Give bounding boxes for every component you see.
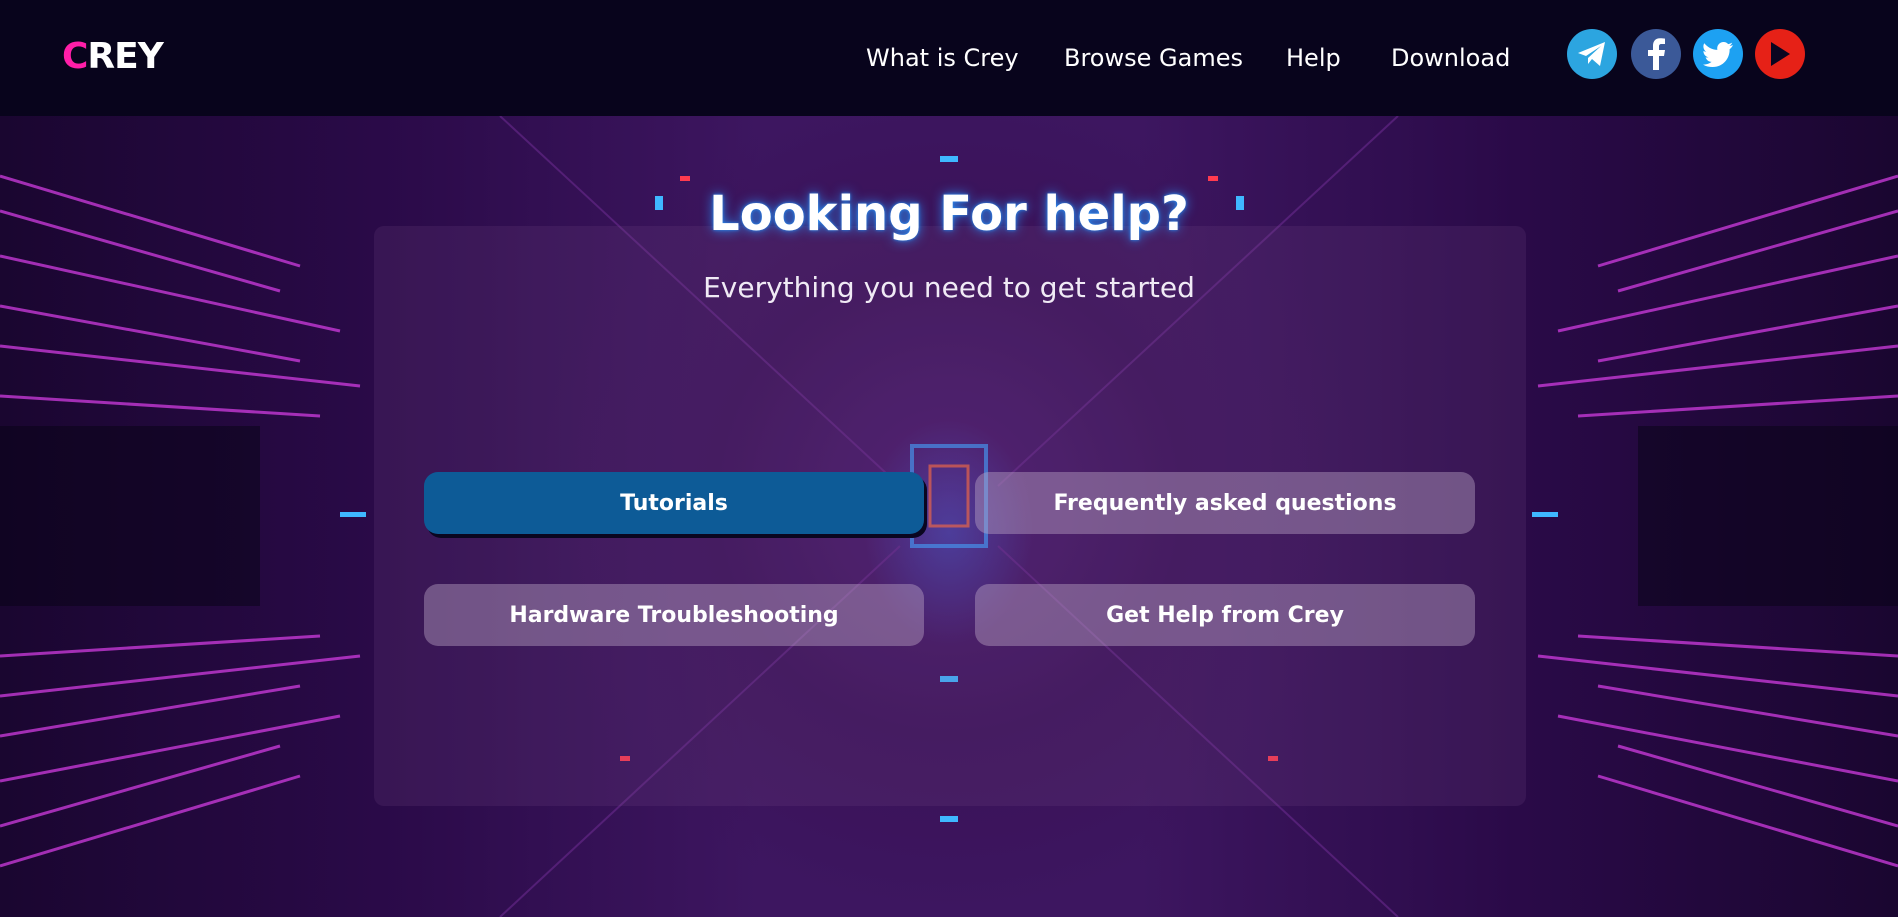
hardware-troubleshooting-button[interactable]: Hardware Troubleshooting xyxy=(424,584,924,646)
tutorials-button[interactable]: Tutorials xyxy=(424,472,924,534)
nav-download[interactable]: Download xyxy=(1391,38,1510,78)
page-subtitle: Everything you need to get started xyxy=(703,271,1195,304)
telegram-icon[interactable] xyxy=(1567,29,1617,79)
logo-letter-c: C xyxy=(62,36,88,77)
page-title: Looking For help? xyxy=(709,186,1189,242)
crey-logo[interactable]: CREY xyxy=(62,34,164,80)
nav-help[interactable]: Help xyxy=(1286,38,1341,78)
logo-letters-rey: REY xyxy=(87,36,163,77)
facebook-icon[interactable] xyxy=(1631,29,1681,79)
youtube-icon[interactable] xyxy=(1755,29,1805,79)
twitter-icon[interactable] xyxy=(1693,29,1743,79)
faq-button[interactable]: Frequently asked questions xyxy=(975,472,1475,534)
nav-browse-games[interactable]: Browse Games xyxy=(1064,38,1243,78)
get-help-button[interactable]: Get Help from Crey xyxy=(975,584,1475,646)
top-navbar: CREY What is Crey Browse Games Help Down… xyxy=(0,0,1898,116)
nav-what-is-crey[interactable]: What is Crey xyxy=(866,38,1019,78)
